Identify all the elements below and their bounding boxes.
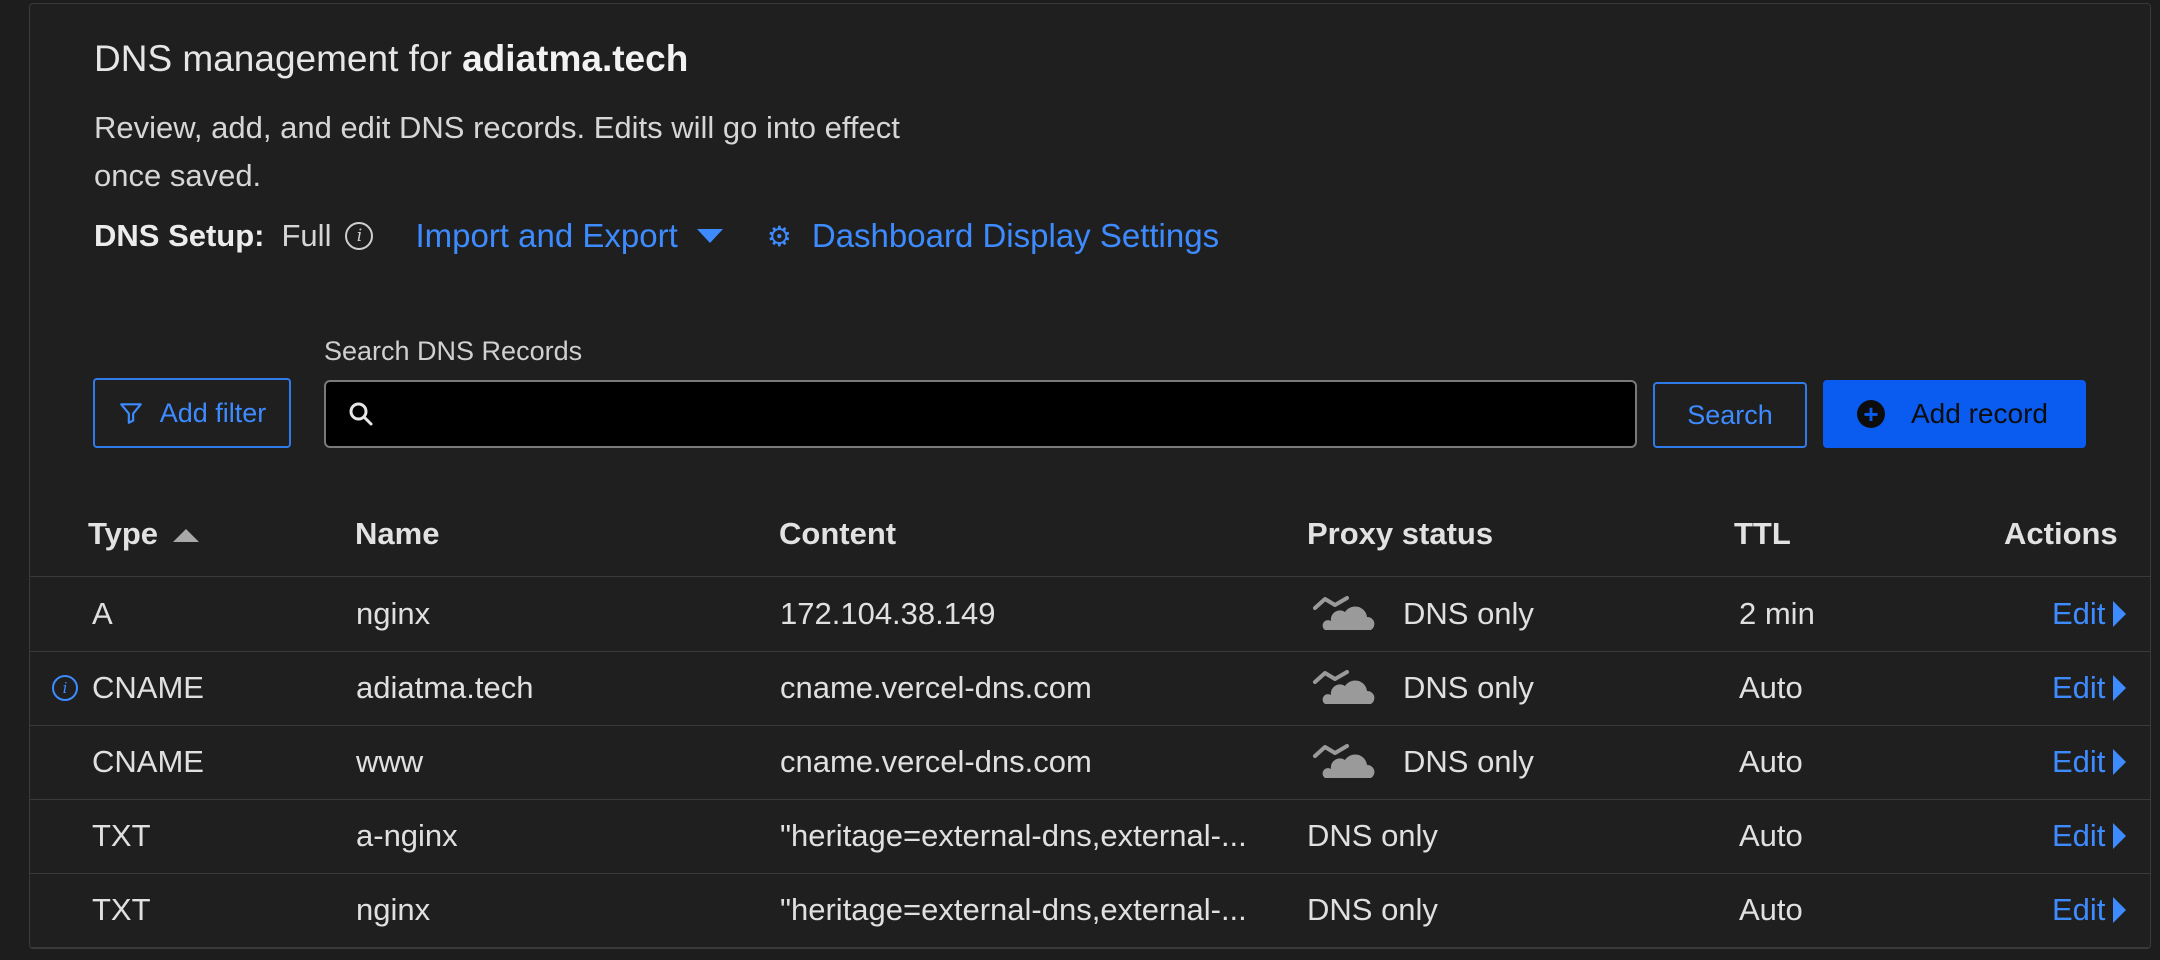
dns-setup-label: DNS Setup:	[94, 218, 265, 253]
edit-record-link[interactable]: Edit	[2052, 892, 2127, 928]
edit-label: Edit	[2052, 818, 2106, 853]
page-title: DNS management for adiatma.tech	[94, 38, 688, 80]
search-field[interactable]	[324, 380, 1637, 448]
edit-record-link[interactable]: Edit	[2052, 670, 2127, 706]
dns-setup-row: DNS Setup: Full i Import and Export ⚙ Da…	[94, 212, 1219, 260]
dns-only-cloud-icon	[1313, 744, 1375, 778]
caret-right-icon	[2113, 897, 2127, 923]
dashboard-display-settings-link[interactable]: ⚙ Dashboard Display Settings	[723, 217, 1219, 255]
search-button[interactable]: Search	[1653, 382, 1807, 448]
record-content: "heritage=external-dns,external-...	[780, 818, 1247, 853]
add-record-label: Add record	[1911, 398, 2048, 429]
info-icon[interactable]: i	[345, 222, 374, 250]
column-header-proxy-status[interactable]: Proxy status	[1307, 516, 1493, 552]
display-settings-label: Dashboard Display Settings	[811, 217, 1220, 254]
import-export-label: Import and Export	[415, 217, 678, 254]
column-header-type[interactable]: Type	[88, 516, 200, 552]
column-header-type-label: Type	[88, 516, 159, 551]
record-type: TXT	[92, 818, 151, 853]
record-name: www	[356, 744, 424, 779]
chevron-down-icon	[696, 229, 723, 243]
edit-label: Edit	[2052, 892, 2106, 927]
filter-icon	[119, 403, 142, 424]
edit-label: Edit	[2052, 670, 2106, 705]
column-header-content[interactable]: Content	[779, 516, 896, 552]
search-icon	[349, 402, 373, 426]
table-row[interactable]: i CNAME adiatma.tech cname.vercel-dns.co…	[30, 651, 2150, 726]
proxy-status: DNS only	[1403, 596, 1534, 631]
plus-circle-icon: +	[1857, 400, 1885, 428]
record-ttl: Auto	[1739, 892, 1803, 927]
search-label: Search DNS Records	[324, 336, 583, 366]
add-filter-button[interactable]: Add filter	[93, 378, 291, 448]
record-content: cname.vercel-dns.com	[780, 744, 1092, 779]
edit-record-link[interactable]: Edit	[2052, 818, 2127, 854]
proxy-status: DNS only	[1307, 818, 1438, 853]
caret-right-icon	[2113, 675, 2127, 701]
title-prefix: DNS management for	[94, 38, 463, 79]
proxy-status: DNS only	[1307, 892, 1438, 927]
caret-right-icon	[2113, 601, 2127, 627]
caret-right-icon	[2113, 749, 2127, 775]
edit-label: Edit	[2052, 744, 2106, 779]
edit-record-link[interactable]: Edit	[2052, 744, 2127, 780]
record-content: 172.104.38.149	[780, 596, 996, 631]
column-header-ttl[interactable]: TTL	[1734, 516, 1791, 552]
info-icon[interactable]: i	[52, 675, 78, 701]
record-ttl: Auto	[1739, 818, 1803, 853]
record-name: nginx	[356, 892, 431, 927]
record-name: a-nginx	[356, 818, 458, 853]
record-type: A	[92, 596, 113, 631]
table-row[interactable]: A nginx 172.104.38.149 DNS only 2 min Ed…	[30, 577, 2150, 652]
edit-label: Edit	[2052, 596, 2106, 631]
edit-record-link[interactable]: Edit	[2052, 596, 2127, 632]
record-ttl: Auto	[1739, 670, 1803, 705]
add-filter-label: Add filter	[159, 397, 267, 428]
record-name: nginx	[356, 596, 431, 631]
search-input[interactable]	[376, 381, 1635, 447]
record-type: TXT	[92, 892, 151, 927]
dns-only-cloud-icon	[1313, 670, 1375, 704]
sort-ascending-icon	[173, 528, 200, 542]
table-row[interactable]: TXT a-nginx "heritage=external-dns,exter…	[30, 799, 2150, 874]
domain-name: adiatma.tech	[462, 38, 689, 79]
dns-only-cloud-icon	[1313, 596, 1375, 630]
column-header-actions: Actions	[2004, 516, 2118, 551]
record-ttl: 2 min	[1739, 596, 1815, 631]
caret-right-icon	[2113, 823, 2127, 849]
table-row[interactable]: CNAME www cname.vercel-dns.com DNS only …	[30, 725, 2150, 800]
table-row[interactable]: TXT nginx "heritage=external-dns,externa…	[30, 873, 2150, 948]
proxy-status: DNS only	[1403, 744, 1534, 779]
proxy-status: DNS only	[1403, 670, 1534, 705]
import-export-link[interactable]: Import and Export	[415, 217, 723, 255]
record-type: CNAME	[92, 744, 204, 779]
record-content: "heritage=external-dns,external-...	[780, 892, 1247, 927]
record-name: adiatma.tech	[356, 670, 534, 705]
page-description: Review, add, and edit DNS records. Edits…	[94, 110, 900, 193]
gear-icon: ⚙	[766, 219, 792, 253]
record-ttl: Auto	[1739, 744, 1803, 779]
record-type: CNAME	[92, 670, 204, 705]
record-content: cname.vercel-dns.com	[780, 670, 1092, 705]
dns-setup-value: Full	[281, 218, 332, 253]
column-header-name[interactable]: Name	[355, 516, 439, 552]
add-record-button[interactable]: + Add record	[1823, 380, 2086, 448]
